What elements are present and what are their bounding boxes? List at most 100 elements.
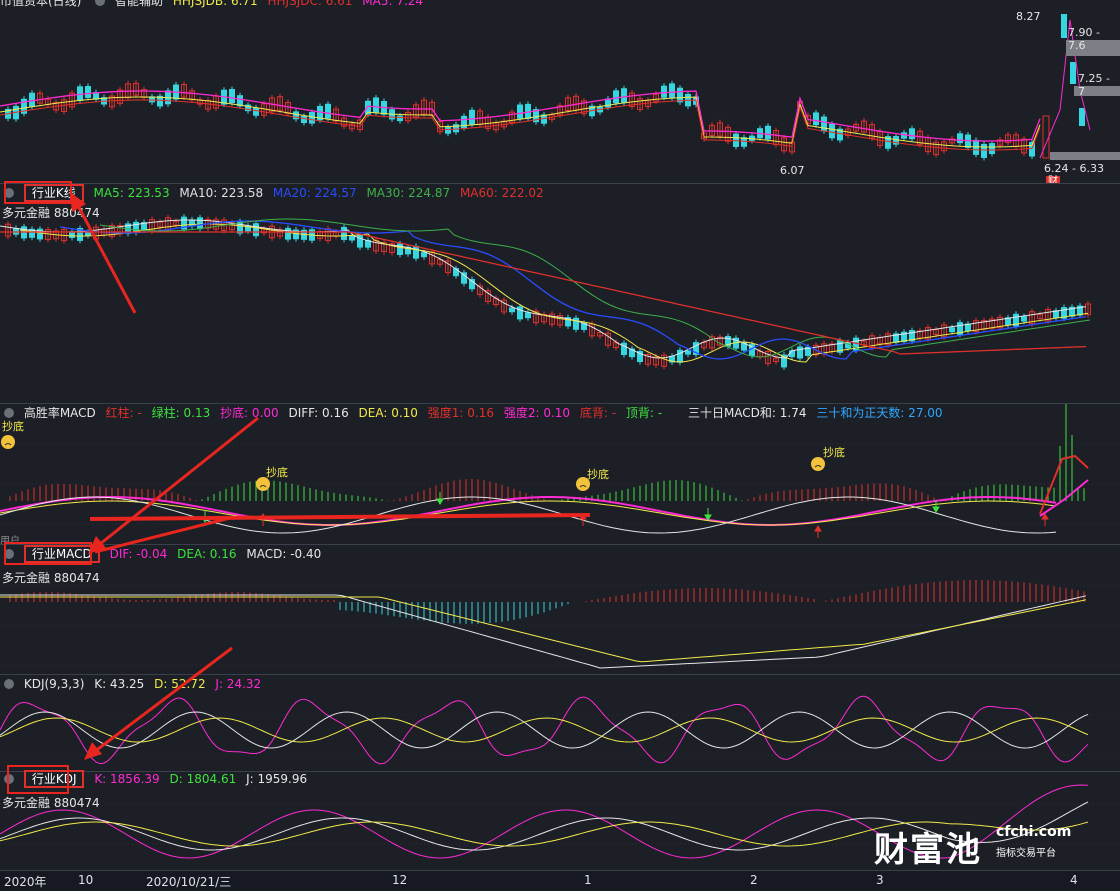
finance-badge-text: 财 xyxy=(1046,176,1060,183)
time-axis[interactable]: 2020年 10 2020/10/21/三 12 1 2 3 4 xyxy=(0,870,1120,891)
kdj-circle-icon[interactable] xyxy=(4,679,14,689)
axis-label-feb: 2 xyxy=(750,873,758,887)
ma20-line xyxy=(59,220,1087,360)
kdj-k-line xyxy=(0,711,1089,749)
price-label-3: 7.25 - 7 xyxy=(1078,72,1110,98)
candle-body xyxy=(229,88,235,104)
industry-kdj-label[interactable]: 行业KDJ xyxy=(23,770,85,788)
industry-kdj-circle-icon[interactable] xyxy=(4,774,14,784)
candle-body xyxy=(517,306,523,320)
candle-body xyxy=(525,312,531,319)
candle-body xyxy=(253,107,259,116)
candle-body xyxy=(821,116,827,132)
price-label-low: 6.07 xyxy=(780,164,805,177)
kdj-panel[interactable]: KDJ(9,3,3) K: 43.25 D: 52.72 J: 24.32 xyxy=(0,675,1120,772)
candle-body xyxy=(421,252,427,258)
kline-label[interactable]: 行业K线 xyxy=(23,184,84,202)
macd-hi-green: 绿柱: 0.13 xyxy=(151,406,211,420)
candle-body xyxy=(349,235,355,241)
industry-kdj-j: J: 1959.96 xyxy=(246,772,308,786)
candle-body xyxy=(197,217,203,230)
candle-body xyxy=(669,83,675,98)
candle-body xyxy=(445,126,451,134)
industry-macd-panel[interactable]: 行业MACD DIF: -0.04 DEA: 0.16 MACD: -0.40 … xyxy=(0,545,1120,675)
spike-candle xyxy=(1079,108,1085,126)
ma10-line xyxy=(0,219,1087,359)
candle-body xyxy=(741,137,747,147)
macd-hi-bottom-div: 底背: - xyxy=(579,406,617,420)
candle-body xyxy=(325,103,331,119)
candle-body xyxy=(613,90,619,104)
industry-kdj-d: D: 1804.61 xyxy=(169,772,237,786)
kline-ma30: MA30: 224.87 xyxy=(366,186,451,200)
kline-ma60: MA60: 222.02 xyxy=(459,186,544,200)
kdj-k: K: 43.25 xyxy=(94,677,145,691)
industry-kline-panel[interactable]: 行业K线 MA5: 223.53 MA10: 223.58 MA20: 224.… xyxy=(0,184,1120,404)
big-candle xyxy=(1042,115,1050,159)
industry-macd-chart[interactable] xyxy=(0,545,1120,674)
kline-ma20: MA20: 224.57 xyxy=(272,186,357,200)
dif-line xyxy=(0,594,1087,669)
candle-body xyxy=(661,85,667,98)
macd-hi-panel[interactable]: 高胜率MACD 红柱: - 绿柱: 0.13 抄底: 0.00 DIFF: 0.… xyxy=(0,404,1120,545)
macd-hi-chart[interactable] xyxy=(0,404,1120,544)
axis-label-jan: 1 xyxy=(584,873,592,887)
annotation-bar xyxy=(89,513,591,521)
spike-candle xyxy=(1070,62,1076,84)
kline-circle-icon[interactable] xyxy=(4,188,14,198)
cfchi-logo: 财富池 cfchi.com 指标交易平台 xyxy=(874,822,1084,870)
macd-hi-top-div: 顶背: - xyxy=(625,406,663,420)
candle-body xyxy=(397,115,403,122)
up-arrow-icon xyxy=(814,525,822,538)
candle-body xyxy=(677,87,683,103)
industry-macd-circle-icon[interactable] xyxy=(4,549,14,559)
up-arrow-icon xyxy=(1041,513,1049,526)
candle-body xyxy=(85,86,91,98)
kdj-j-line xyxy=(0,695,1089,765)
industry-macd-dea: DEA: 0.16 xyxy=(177,547,237,561)
candle-body xyxy=(13,228,19,235)
candle-body xyxy=(789,350,795,358)
macd-hi-sum30: 三十日MACD和: 1.74 xyxy=(687,406,807,420)
signal-label-3: 抄底 xyxy=(823,446,845,459)
candle-body xyxy=(285,227,291,240)
price-panel[interactable]: 市值资本(日线) 智能辅助 HHJSJDB: 6.71 HHJSJDC: 6.6… xyxy=(0,0,1120,184)
axis-label-date: 2020/10/21/三 xyxy=(146,875,232,889)
kline-header: 行业K线 MA5: 223.53 MA10: 223.58 MA20: 224.… xyxy=(0,184,550,202)
candle-body xyxy=(765,125,771,140)
candle-body xyxy=(797,346,803,359)
price-chart[interactable] xyxy=(0,0,1120,183)
industry-macd-value: MACD: -0.40 xyxy=(246,547,322,561)
axis-label-mar: 3 xyxy=(876,873,884,887)
industry-macd-code: 多元金融 880474 xyxy=(2,571,100,585)
macd-hi-circle-icon[interactable] xyxy=(4,408,14,418)
indicator-circle-icon[interactable] xyxy=(95,0,106,6)
industry-macd-dif: DIF: -0.04 xyxy=(109,547,168,561)
price-panel-header: 市值资本(日线) 智能辅助 HHJSJDB: 6.71 HHJSJDC: 6.6… xyxy=(0,0,429,10)
down-arrow-icon xyxy=(704,508,712,521)
industry-kdj-k: K: 1856.39 xyxy=(94,772,160,786)
indicator-name: 智能辅助 xyxy=(115,0,164,8)
candle-body xyxy=(373,97,379,113)
kline-ma5: MA5: 223.53 xyxy=(93,186,170,200)
signal-label-2: 抄底 xyxy=(587,468,609,481)
industry-kline-chart[interactable] xyxy=(0,184,1120,403)
macd-hi-red: 红柱: - xyxy=(105,406,142,420)
logo-tag-text: 指标交易平台 xyxy=(996,848,1056,859)
price-label-high: 8.27 xyxy=(1016,10,1041,23)
macd-hi-dea: DEA: 0.10 xyxy=(358,406,418,420)
candle-body xyxy=(413,245,419,259)
price-panel-title: 市值资本(日线) xyxy=(0,0,82,8)
industry-macd-label[interactable]: 行业MACD xyxy=(23,545,100,563)
candle-body xyxy=(69,231,75,238)
macd-hi-title: 高胜率MACD xyxy=(23,406,96,420)
macd-hi-strength2: 强度2: 0.10 xyxy=(503,406,571,420)
candle-body xyxy=(253,223,259,237)
candle-body xyxy=(973,139,979,155)
ma60-line xyxy=(0,231,1087,355)
candle-body xyxy=(813,112,819,126)
candle-body xyxy=(909,128,915,140)
candle-body xyxy=(981,143,987,158)
kdj-title: KDJ(9,3,3) xyxy=(23,677,85,691)
industry-kdj-code: 多元金融 880474 xyxy=(2,796,100,810)
